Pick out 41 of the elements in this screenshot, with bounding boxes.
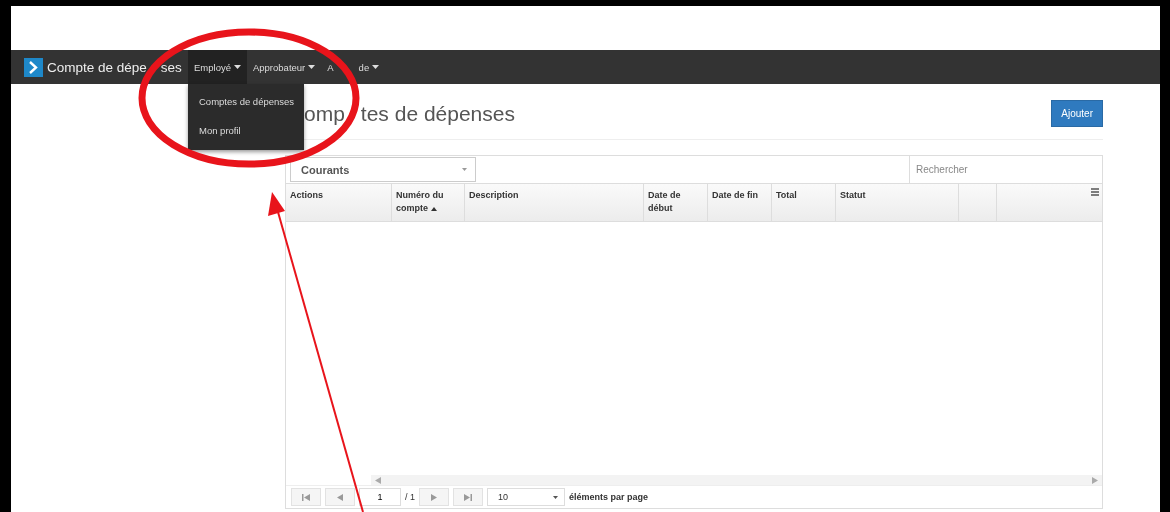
scroll-left-icon: [375, 476, 381, 484]
sort-icon: [430, 207, 437, 211]
page-size-label: éléments par page: [569, 492, 649, 502]
filter-select[interactable]: Courants: [290, 157, 476, 182]
page-size-select[interactable]: 10: [487, 488, 565, 506]
caret-icon: [233, 65, 241, 69]
first-icon: [302, 493, 310, 501]
next-icon: [431, 493, 437, 501]
menu-icon[interactable]: [1090, 187, 1100, 197]
page-title: tes de dépenses: [360, 101, 515, 126]
logo-icon: [24, 57, 43, 77]
caret-icon: [462, 168, 467, 171]
last-page-button[interactable]: [453, 488, 483, 506]
nav-menu[interactable]: Employé: [188, 50, 247, 84]
app-title: Compte de dépe: [47, 59, 147, 75]
caret-icon: [553, 495, 558, 499]
column-header[interactable]: Date de fin: [708, 184, 772, 221]
scroll-bar[interactable]: [371, 475, 1102, 485]
previous-page-button[interactable]: [325, 488, 355, 506]
column-header[interactable]: Total: [772, 184, 836, 221]
previous-icon: [337, 493, 343, 501]
first-page-button[interactable]: [291, 488, 321, 506]
app-title: ses: [160, 59, 182, 75]
column-header[interactable]: Description: [465, 184, 644, 221]
column-header[interactable]: Statut: [836, 184, 959, 221]
menu-item[interactable]: Comptes de dépenses: [188, 88, 304, 117]
column-header[interactable]: Numéro du compte: [392, 184, 465, 221]
page-title: omp: [304, 101, 345, 126]
column-header[interactable]: Date de début: [644, 184, 708, 221]
add-button[interactable]: Ajouter: [1051, 100, 1103, 127]
page-field[interactable]: 1: [359, 488, 401, 506]
caret-icon: [308, 65, 316, 69]
nav-menu[interactable]: Approbateur: [246, 50, 322, 84]
last-icon: [464, 493, 472, 501]
next-page-button[interactable]: [419, 488, 449, 506]
scroll-right-icon: [1092, 476, 1098, 484]
page-count: / 1: [405, 492, 415, 502]
column-header[interactable]: Actions: [286, 184, 392, 221]
caret-icon: [372, 65, 380, 69]
nav-menu[interactable]: A de: [321, 50, 386, 84]
menu-item[interactable]: Mon profil: [188, 117, 304, 146]
